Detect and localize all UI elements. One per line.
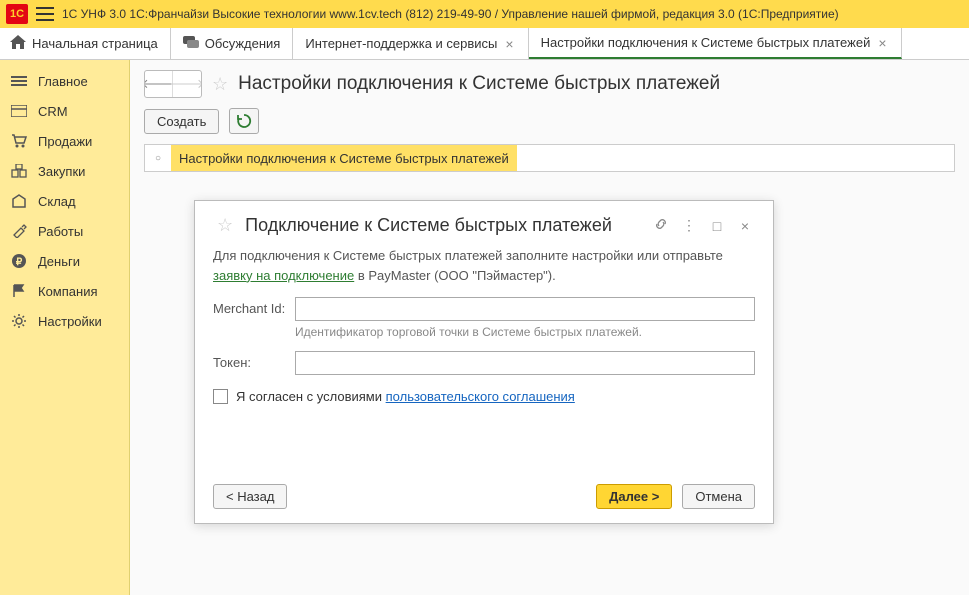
merchant-id-input[interactable] [295,297,755,321]
chat-icon [183,35,199,52]
gear-icon [10,313,28,329]
flag-icon [10,283,28,299]
connection-dialog: ☆ Подключение к Системе быстрых платежей… [194,200,774,524]
refresh-button[interactable] [229,108,259,134]
sidebar-item-main[interactable]: Главное [0,66,129,96]
maximize-icon[interactable]: □ [707,218,727,234]
dialog-body: Для подключения к Системе быстрых платеж… [213,246,755,285]
tab-sbp-settings[interactable]: Настройки подключения к Системе быстрых … [529,28,902,59]
list-row-text: Настройки подключения к Системе быстрых … [171,145,517,171]
warehouse-icon [10,193,28,209]
close-icon[interactable]: × [735,218,755,234]
intro-text-2: в PayMaster (ООО "Пэймастер"). [354,268,556,283]
create-button[interactable]: Создать [144,109,219,134]
request-link[interactable]: заявку на подключение [213,268,354,283]
cancel-button[interactable]: Отмена [682,484,755,509]
menu-icon[interactable] [36,7,54,21]
tools-icon [10,223,28,239]
sidebar-item-purchases[interactable]: Закупки [0,156,129,186]
tab-label: Обсуждения [205,36,281,51]
sidebar-item-label: Настройки [38,314,102,329]
tab-label: Интернет-поддержка и сервисы [305,36,497,51]
sidebar-item-settings[interactable]: Настройки [0,306,129,336]
ruble-icon: ₽ [10,253,28,269]
token-input[interactable] [295,351,755,375]
merchant-id-hint: Идентификатор торговой точки в Системе б… [295,325,755,339]
tab-label: Начальная страница [32,36,158,51]
close-icon[interactable]: × [876,35,888,51]
sidebar: Главное CRM Продажи Закупки Склад Работы… [0,60,130,595]
main-content: 🡐 🡒 ☆ Настройки подключения к Системе бы… [130,60,969,595]
tabbar: Начальная страница Обсуждения Интернет-п… [0,28,969,60]
sidebar-item-label: Закупки [38,164,85,179]
row-marker-icon: ○ [145,153,171,164]
dialog-title: Подключение к Системе быстрых платежей [245,215,643,236]
sidebar-item-label: Деньги [38,254,80,269]
sidebar-item-works[interactable]: Работы [0,216,129,246]
token-label: Токен: [213,351,295,370]
titlebar-text: 1С УНФ 3.0 1С:Франчайзи Высокие технолог… [62,7,839,21]
tab-discuss[interactable]: Обсуждения [171,28,294,59]
page-title: Настройки подключения к Системе быстрых … [238,73,720,95]
sidebar-item-money[interactable]: ₽ Деньги [0,246,129,276]
home-icon [10,35,26,52]
sidebar-item-sales[interactable]: Продажи [0,126,129,156]
tab-support[interactable]: Интернет-поддержка и сервисы × [293,28,528,59]
tab-home[interactable]: Начальная страница [0,28,171,59]
list-row[interactable]: ○ Настройки подключения к Системе быстры… [144,144,955,172]
forward-button[interactable]: 🡒 [173,71,201,97]
logo-1c: 1C [6,4,28,24]
back-button[interactable]: < Назад [213,484,287,509]
boxes-icon [10,163,28,179]
agree-prefix: Я согласен с условиями [236,389,386,404]
sidebar-item-company[interactable]: Компания [0,276,129,306]
sidebar-item-label: CRM [38,104,68,119]
intro-text-1: Для подключения к Системе быстрых платеж… [213,248,723,263]
sidebar-item-label: Склад [38,194,76,209]
close-icon[interactable]: × [503,36,515,52]
svg-text:₽: ₽ [16,257,23,268]
more-icon[interactable]: ⋮ [679,217,699,234]
nav-buttons: 🡐 🡒 [144,70,202,98]
link-icon[interactable] [651,217,671,234]
agreement-link[interactable]: пользовательского соглашения [386,389,575,404]
sidebar-item-label: Компания [38,284,98,299]
sidebar-item-label: Работы [38,224,83,239]
agree-text: Я согласен с условиями пользовательского… [236,389,575,404]
list-icon [10,73,28,89]
sidebar-item-warehouse[interactable]: Склад [0,186,129,216]
card-icon [10,103,28,119]
star-icon[interactable]: ☆ [213,215,237,236]
next-button[interactable]: Далее > [596,484,672,509]
cart-icon [10,133,28,149]
sidebar-item-label: Главное [38,74,88,89]
star-icon[interactable]: ☆ [208,74,232,95]
sidebar-item-label: Продажи [38,134,92,149]
agree-checkbox[interactable] [213,389,228,404]
tab-label: Настройки подключения к Системе быстрых … [541,35,871,50]
merchant-id-label: Merchant Id: [213,297,295,316]
titlebar: 1C 1С УНФ 3.0 1С:Франчайзи Высокие техно… [0,0,969,28]
sidebar-item-crm[interactable]: CRM [0,96,129,126]
